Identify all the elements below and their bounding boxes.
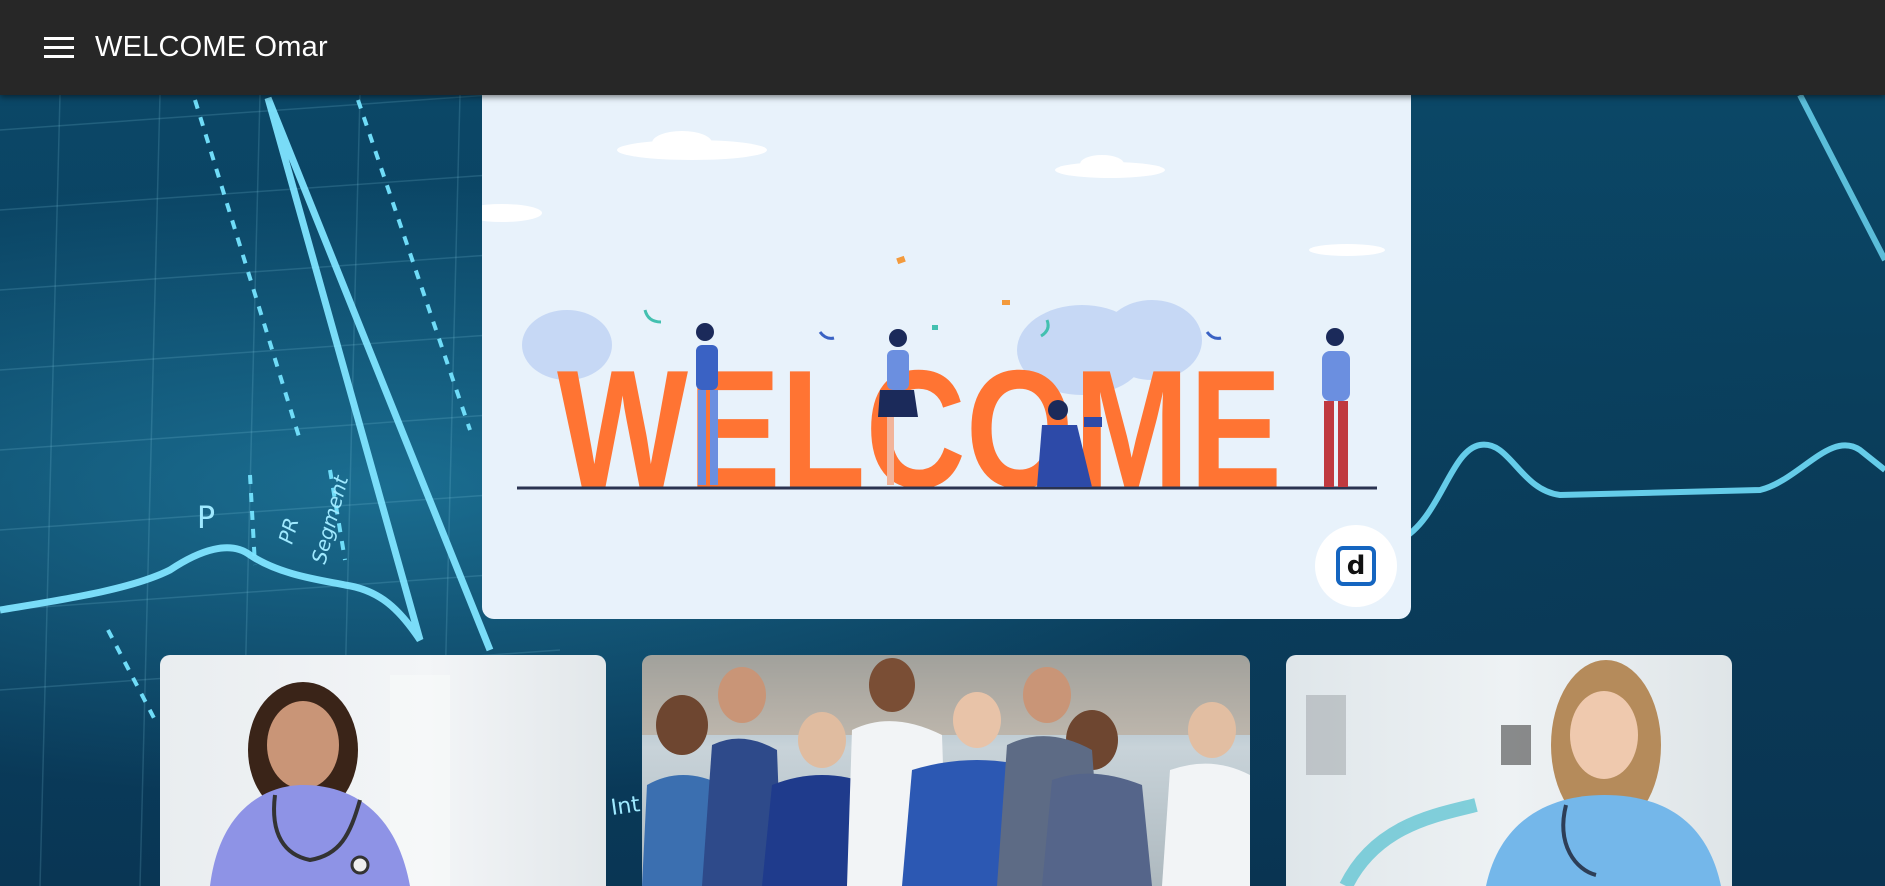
brand-badge[interactable]: d	[1315, 525, 1397, 607]
ecg-label-segment: Segment	[307, 472, 354, 566]
welcome-banner-card: WELCOME d	[482, 95, 1411, 619]
medical-team-photo	[642, 655, 1250, 886]
ecg-label-pr: PR	[274, 515, 304, 546]
photo-card-nurse-blue[interactable]	[1286, 655, 1732, 886]
app-bar: WELCOME Omar	[0, 0, 1885, 95]
brand-logo-icon: d	[1336, 546, 1376, 586]
nurse-photo-right	[1306, 660, 1721, 886]
menu-icon	[44, 36, 74, 58]
welcome-word: WELCOME	[557, 335, 1282, 523]
ecg-label-p: P	[197, 501, 215, 536]
photo-card-nurse-purple[interactable]	[160, 655, 606, 886]
ecg-label-int: Int	[609, 792, 642, 821]
page-title: WELCOME Omar	[95, 31, 328, 63]
welcome-illustration: WELCOME	[482, 131, 1385, 523]
person-figure-4	[1322, 328, 1350, 487]
menu-button[interactable]	[35, 24, 83, 72]
photo-card-medical-team[interactable]	[642, 655, 1250, 886]
nurse-photo-left	[210, 675, 450, 886]
